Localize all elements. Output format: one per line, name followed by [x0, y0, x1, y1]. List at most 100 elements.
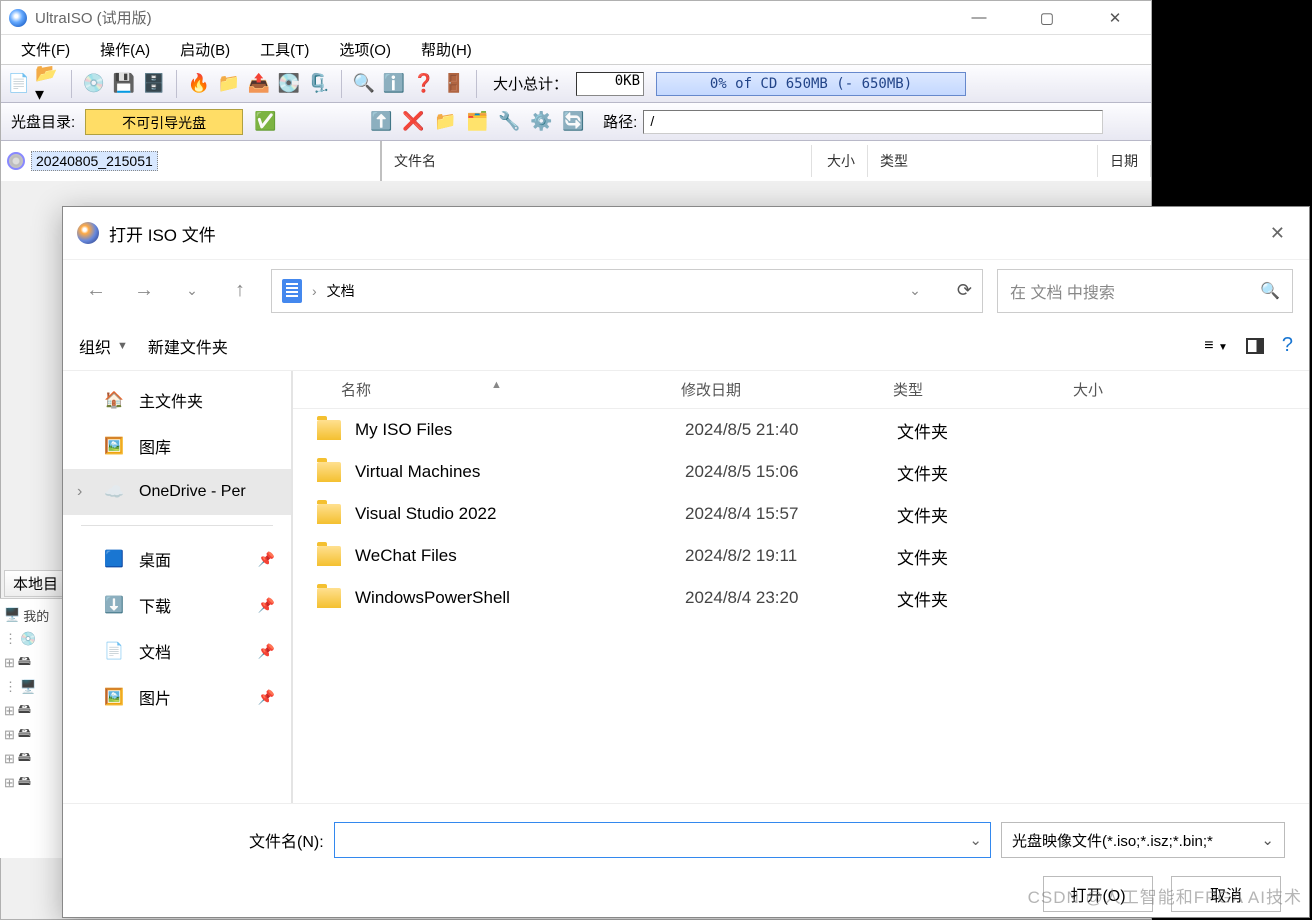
col-date[interactable]: 修改日期	[681, 379, 893, 400]
file-row[interactable]: Visual Studio 20222024/8/4 15:57文件夹	[293, 493, 1309, 535]
props-icon[interactable]: 🔧	[495, 108, 523, 136]
menu-help[interactable]: 帮助(H)	[407, 35, 486, 64]
col-date[interactable]: 日期	[1098, 145, 1151, 177]
preview-pane-icon[interactable]	[1246, 338, 1264, 354]
menubar: 文件(F) 操作(A) 启动(B) 工具(T) 选项(O) 帮助(H)	[1, 35, 1151, 65]
nav-item-label: 桌面	[139, 547, 171, 571]
make-icon[interactable]: 💽	[275, 70, 303, 98]
file-row[interactable]: My ISO Files2024/8/5 21:40文件夹	[293, 409, 1309, 451]
size-total-label: 大小总计：	[493, 73, 568, 94]
save-icon[interactable]: 💾	[110, 70, 138, 98]
col-type[interactable]: 类型	[868, 145, 1098, 177]
doc-icon: 📄	[103, 641, 125, 661]
maximize-button[interactable]: ▢	[1027, 3, 1067, 33]
drive-icon[interactable]: 🖴	[18, 748, 31, 770]
new-folder-button[interactable]: 新建文件夹	[148, 334, 228, 358]
settings-icon[interactable]: ⚙️	[527, 108, 555, 136]
file-list-header: 文件名 大小 类型 日期	[381, 141, 1151, 181]
chevron-down-icon: ⌄	[1261, 831, 1274, 849]
info-icon[interactable]: ℹ️	[380, 70, 408, 98]
nav-item[interactable]: 📄文档📌	[63, 628, 291, 674]
boot-status[interactable]: 不可引导光盘	[85, 109, 243, 135]
file-name: Virtual Machines	[355, 462, 685, 482]
file-type: 文件夹	[897, 460, 1077, 485]
drive-icon[interactable]: 💿	[20, 631, 36, 647]
delete-icon[interactable]: ❌	[399, 108, 427, 136]
menu-tools[interactable]: 工具(T)	[246, 35, 323, 64]
check-icon[interactable]: ✅	[251, 108, 279, 136]
address-dropdown-icon[interactable]: ⌄	[909, 282, 921, 299]
nav-item-label: 图库	[139, 434, 171, 458]
dialog-close-button[interactable]: ✕	[1260, 217, 1295, 250]
col-name[interactable]: 名称▲	[293, 379, 681, 400]
burn-icon[interactable]: 🔥	[185, 70, 213, 98]
dialog-nav: ← → ⌄ ↑ › 文档 ⌄ ⟳ 在 文档 中搜索 🔍	[63, 259, 1309, 321]
col-size[interactable]: 大小	[812, 145, 868, 177]
drive-icon[interactable]: 🖴	[18, 652, 31, 674]
menu-options[interactable]: 选项(O)	[325, 35, 405, 64]
forward-button[interactable]: →	[127, 274, 161, 308]
nav-item[interactable]: 🖼️图库	[63, 423, 291, 469]
local-tree[interactable]: 🖥️我的 ⋮💿 ⊞🖴 ⋮🖥️ ⊞🖴 ⊞🖴 ⊞🖴 ⊞🖴	[0, 598, 62, 858]
filename-dropdown-icon[interactable]: ⌄	[969, 831, 982, 849]
mount-icon[interactable]: 💿	[80, 70, 108, 98]
path-label: 路径:	[603, 111, 637, 132]
search-box[interactable]: 在 文档 中搜索 🔍	[997, 269, 1293, 313]
extract-icon[interactable]: 📤	[245, 70, 273, 98]
nav-item[interactable]: 🏠主文件夹	[63, 377, 291, 423]
close-button[interactable]: ✕	[1095, 3, 1135, 33]
help-icon[interactable]: ❓	[410, 70, 438, 98]
help-icon[interactable]: ?	[1282, 334, 1293, 357]
file-name: Visual Studio 2022	[355, 504, 685, 524]
history-dropdown[interactable]: ⌄	[175, 274, 209, 308]
folder-icon	[317, 546, 341, 566]
open-button[interactable]: 打开(O)	[1043, 876, 1153, 912]
nav-item[interactable]: ›☁️OneDrive - Per	[63, 469, 291, 515]
exit-icon[interactable]: 🚪	[440, 70, 468, 98]
col-type[interactable]: 类型	[893, 379, 1073, 400]
saveas-icon[interactable]: 🗄️	[140, 70, 168, 98]
menu-boot[interactable]: 启动(B)	[166, 35, 244, 64]
cancel-button[interactable]: 取消	[1171, 876, 1281, 912]
organize-button[interactable]: 组织▼	[79, 334, 128, 358]
minimize-button[interactable]: —	[959, 3, 999, 33]
file-date: 2024/8/5 21:40	[685, 420, 897, 440]
titlebar: UltraISO (试用版) — ▢ ✕	[1, 1, 1151, 35]
path-field[interactable]: /	[643, 110, 1103, 134]
up-button[interactable]: ↑	[223, 274, 257, 308]
open-icon[interactable]: 📂▾	[35, 70, 63, 98]
file-row[interactable]: WindowsPowerShell2024/8/4 23:20文件夹	[293, 577, 1309, 619]
address-bar[interactable]: › 文档 ⌄ ⟳	[271, 269, 983, 313]
filetype-filter[interactable]: 光盘映像文件(*.iso;*.isz;*.bin;*⌄	[1001, 822, 1285, 858]
addfolder-icon[interactable]: 🗂️	[463, 108, 491, 136]
nav-item[interactable]: 🖼️图片📌	[63, 674, 291, 720]
disc-tree[interactable]: 20240805_215051	[1, 141, 381, 181]
drive-icon[interactable]: 🖴	[18, 700, 31, 722]
menu-action[interactable]: 操作(A)	[86, 35, 164, 64]
new-icon[interactable]: 📄	[5, 70, 33, 98]
refresh-button[interactable]: ⟳	[957, 280, 972, 301]
newfolder-icon[interactable]: 📁	[431, 108, 459, 136]
nav-item[interactable]: ⬇️下载📌	[63, 582, 291, 628]
tree-root-node[interactable]: 20240805_215051	[31, 151, 158, 171]
drive-icon[interactable]: 🖥️	[20, 679, 36, 695]
drive-icon[interactable]: 🖴	[18, 724, 31, 746]
dialog-footer: 文件名(N): ⌄ 光盘映像文件(*.iso;*.isz;*.bin;*⌄ 打开…	[63, 803, 1309, 917]
folder-icon[interactable]: 📁	[215, 70, 243, 98]
compress-icon[interactable]: 🗜️	[305, 70, 333, 98]
refresh-icon[interactable]: 🔄	[559, 108, 587, 136]
nav-item[interactable]: 🟦桌面📌	[63, 536, 291, 582]
breadcrumb-current[interactable]: 文档	[327, 281, 355, 301]
doc-location-icon	[282, 279, 302, 303]
filename-input[interactable]: ⌄	[334, 822, 991, 858]
view-list-icon[interactable]: ≡ ▼	[1204, 337, 1228, 355]
file-row[interactable]: WeChat Files2024/8/2 19:11文件夹	[293, 535, 1309, 577]
up-icon[interactable]: ⬆️	[367, 108, 395, 136]
drive-icon[interactable]: 🖴	[18, 772, 31, 794]
menu-file[interactable]: 文件(F)	[7, 35, 84, 64]
col-size[interactable]: 大小	[1073, 379, 1309, 400]
find-icon[interactable]: 🔍	[350, 70, 378, 98]
file-row[interactable]: Virtual Machines2024/8/5 15:06文件夹	[293, 451, 1309, 493]
back-button[interactable]: ←	[79, 274, 113, 308]
col-filename[interactable]: 文件名	[382, 145, 812, 177]
